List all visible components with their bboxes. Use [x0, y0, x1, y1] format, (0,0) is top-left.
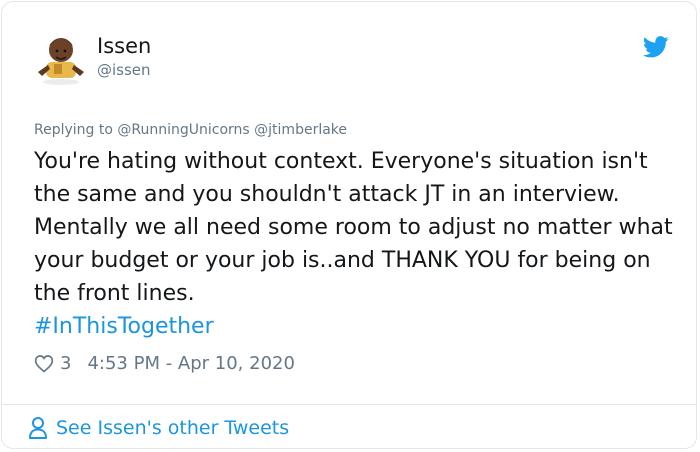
user-handle[interactable]: @issen: [97, 61, 151, 79]
reply-prefix: Replying to: [34, 122, 113, 138]
reply-mentions[interactable]: @RunningUnicorns @jtimberlake: [117, 122, 347, 138]
hashtag-link[interactable]: #InThisTogether: [34, 314, 214, 339]
see-other-tweets-link[interactable]: See Issen's other Tweets: [28, 416, 289, 440]
divider: [2, 404, 696, 405]
tweet-text: You're hating without context. Everyone'…: [34, 145, 674, 343]
display-name[interactable]: Issen: [97, 34, 151, 58]
like-count: 3: [60, 353, 72, 374]
heart-icon[interactable]: [34, 354, 54, 373]
timestamp[interactable]: 4:53 PM - Apr 10, 2020: [87, 353, 294, 374]
tweet-card: Issen @issen Replying to @RunningUnicorn…: [1, 1, 697, 449]
tweet-body: You're hating without context. Everyone'…: [34, 149, 673, 306]
twitter-bird-icon[interactable]: [643, 36, 669, 58]
footer-label[interactable]: See Issen's other Tweets: [56, 417, 289, 439]
person-icon: [29, 417, 47, 439]
replying-to: Replying to @RunningUnicorns @jtimberlak…: [34, 122, 347, 138]
avatar[interactable]: [34, 32, 88, 86]
tweet-meta: 3 4:53 PM - Apr 10, 2020: [34, 353, 295, 374]
